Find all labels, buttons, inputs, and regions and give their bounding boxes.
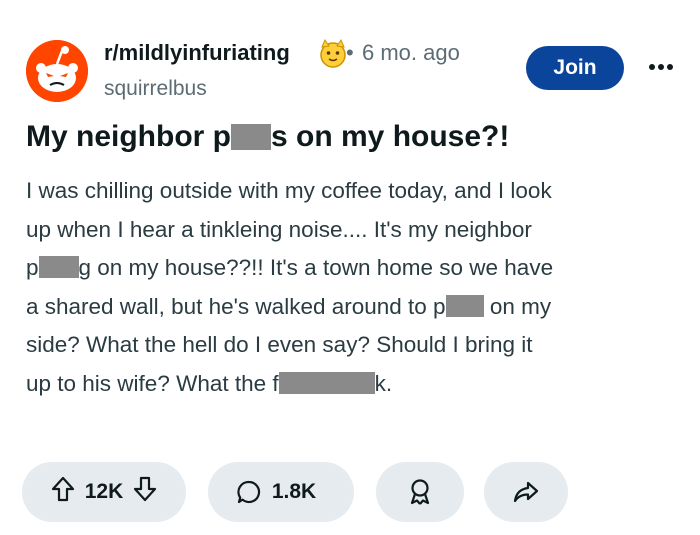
censor-bar bbox=[231, 124, 271, 150]
meta-separator: • bbox=[346, 40, 354, 65]
post-timestamp: 6 mo. ago bbox=[362, 40, 460, 65]
vote-bar: 12K bbox=[22, 462, 186, 522]
comment-count: 1.8K bbox=[271, 480, 317, 503]
comments-button[interactable]: 1.8K bbox=[208, 462, 354, 522]
title-text-start: My neighbor p bbox=[26, 120, 231, 153]
upvote-button[interactable] bbox=[51, 476, 75, 508]
more-options-button[interactable] bbox=[640, 52, 682, 82]
post-author[interactable]: squirrelbus bbox=[104, 77, 207, 101]
share-button[interactable] bbox=[484, 462, 568, 522]
award-button[interactable] bbox=[376, 462, 464, 522]
downvote-arrow-icon bbox=[134, 476, 157, 502]
censor-bar bbox=[38, 256, 79, 278]
post-title[interactable]: My neighbor p s on my house?! bbox=[26, 120, 509, 154]
subreddit-name[interactable]: r/mildlyinfuriating bbox=[104, 40, 290, 66]
censor-bar bbox=[278, 371, 375, 394]
censor-bar bbox=[445, 294, 484, 317]
title-text-end: s on my house?! bbox=[271, 120, 510, 153]
subreddit-avatar[interactable] bbox=[26, 40, 88, 102]
comment-bubble-icon bbox=[237, 480, 260, 504]
upvote-arrow-icon bbox=[51, 476, 74, 502]
body-line: I was chilling outside with my coffee to… bbox=[26, 178, 552, 203]
body-line: pg on my house??!! It's a town home so w… bbox=[26, 255, 554, 280]
body-line: up to his wife? What the f k. bbox=[26, 370, 393, 396]
award-ribbon-icon bbox=[410, 479, 430, 505]
post-body: I was chilling outside with my coffee to… bbox=[26, 172, 676, 403]
downvote-button[interactable] bbox=[133, 476, 157, 508]
vote-count: 12K bbox=[84, 480, 124, 503]
body-line: a shared wall, but he's walked around to… bbox=[26, 293, 552, 319]
body-line: side? What the hell do I even say? Shoul… bbox=[26, 332, 533, 357]
body-line: up when I hear a tinkleing noise.... It'… bbox=[26, 216, 532, 242]
share-arrow-icon bbox=[513, 481, 539, 503]
mildlyinfuriating-snoo-icon bbox=[26, 40, 88, 102]
join-button[interactable]: Join bbox=[526, 46, 624, 90]
ellipsis-icon bbox=[649, 64, 673, 70]
